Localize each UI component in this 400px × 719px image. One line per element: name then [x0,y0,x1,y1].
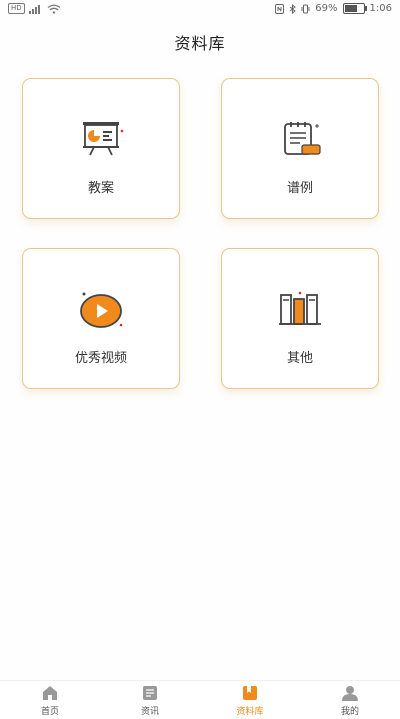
hd-badge: HD [8,3,25,14]
bluetooth-icon [289,3,297,14]
wifi-icon [47,4,61,14]
signal-icon [28,4,40,14]
tab-news[interactable]: 资讯 [120,685,180,717]
bottom-tab-bar: 首页 资讯 资料库 我的 [0,680,400,719]
home-icon [43,686,57,700]
tab-label: 资讯 [140,707,159,717]
status-bar: HD 69% 1:06 [0,0,400,18]
clock: 1:06 [369,3,392,14]
status-right: 69% 1:06 [275,3,392,14]
card-lesson-plans[interactable]: 教案 [22,78,180,219]
tab-library[interactable]: 资料库 [220,685,280,717]
card-label: 其他 [286,351,313,366]
battery-percent: 69% [315,3,338,14]
card-score-examples[interactable]: 谱例 [221,78,379,219]
page-title: 资料库 [174,34,226,53]
library-icon [243,686,257,700]
vibrate-icon [301,4,310,13]
tab-label: 首页 [40,707,59,717]
card-featured-videos[interactable]: 优秀视频 [22,248,180,389]
video-play-icon [80,292,123,328]
books-icon [279,291,321,325]
user-icon [342,686,358,701]
card-label: 谱例 [286,181,313,196]
tab-label: 我的 [340,707,359,717]
notepad-icon [284,122,321,155]
battery-icon [342,3,367,14]
status-left: HD [8,3,61,14]
presentation-board-icon [83,122,124,156]
card-other[interactable]: 其他 [221,248,379,389]
card-label: 教案 [87,181,114,196]
card-label: 优秀视频 [74,351,127,366]
tab-me[interactable]: 我的 [320,685,380,717]
news-icon [143,686,157,700]
battery-fill [344,5,357,12]
nfc-icon [275,3,285,14]
tab-label: 资料库 [236,707,264,717]
tab-home[interactable]: 首页 [20,685,80,717]
